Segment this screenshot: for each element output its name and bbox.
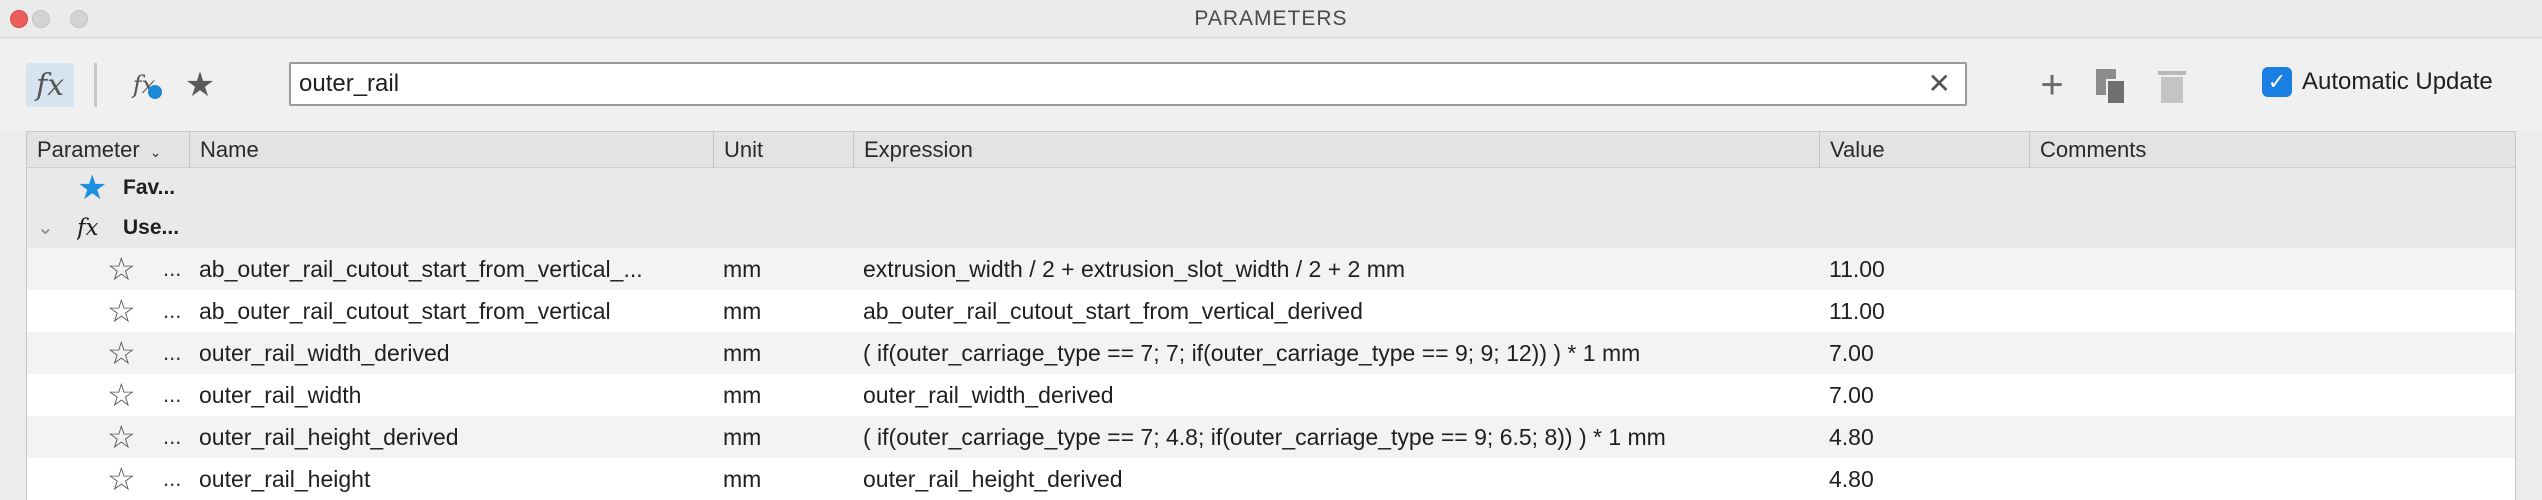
parameter-name[interactable]: outer_rail_height_derived	[199, 416, 709, 458]
parameter-value: 4.80	[1829, 466, 1874, 492]
plus-icon: +	[2040, 62, 2064, 107]
parameter-expression[interactable]: ( if(outer_carriage_type == 7; 7; if(out…	[863, 332, 1813, 374]
parameter-value: 7.00	[1829, 382, 1874, 408]
parameter-expression[interactable]: outer_rail_width_derived	[863, 374, 1813, 416]
parameter-expression[interactable]: ab_outer_rail_cutout_start_from_vertical…	[863, 290, 1813, 332]
group-row-user[interactable]: ⌄ fx Use...	[27, 208, 2515, 248]
toolbar-divider	[94, 63, 97, 107]
column-header-unit[interactable]: Unit	[713, 132, 853, 168]
row-menu[interactable]: ...	[163, 416, 181, 458]
column-header-value[interactable]: Value	[1819, 132, 2029, 168]
parameter-unit[interactable]: mm	[723, 374, 761, 416]
automatic-update-checkbox[interactable]: ✓	[2262, 67, 2292, 97]
table-row[interactable]: ☆ ... outer_rail_height_derived mm ( if(…	[27, 416, 2515, 458]
parameter-name[interactable]: outer_rail_width	[199, 374, 709, 416]
favorite-toggle-star-icon[interactable]: ☆	[107, 332, 136, 374]
chevron-down-icon[interactable]: ⌄	[37, 208, 54, 248]
table-row[interactable]: ☆ ... ab_outer_rail_cutout_start_from_ve…	[27, 290, 2515, 332]
table-header: Parameter ⌄ Name Unit Expression Value Co…	[27, 132, 2515, 168]
column-header-name[interactable]: Name	[189, 132, 713, 168]
parameter-name[interactable]: outer_rail_height	[199, 458, 709, 500]
row-menu[interactable]: ...	[163, 290, 181, 332]
chevron-down-icon: ⌄	[149, 144, 162, 160]
search-box: ✕	[289, 62, 1967, 106]
parameter-unit[interactable]: mm	[723, 458, 761, 500]
favorite-toggle-star-icon[interactable]: ☆	[107, 248, 136, 290]
toolbar: fx fx ★ ✕ + ✓ Automatic Update	[0, 39, 2542, 131]
group-label-favorites: Fav...	[123, 176, 176, 199]
parameter-unit[interactable]: mm	[723, 416, 761, 458]
user-badge-icon	[148, 85, 162, 99]
parameter-value: 11.00	[1829, 298, 1885, 324]
star-icon: ★	[184, 66, 216, 104]
parameter-value: 11.00	[1829, 256, 1885, 282]
table-row[interactable]: ☆ ... outer_rail_height mm outer_rail_he…	[27, 458, 2515, 500]
fx-icon: fx	[35, 67, 65, 103]
favorite-toggle-star-icon[interactable]: ☆	[107, 374, 136, 416]
column-header-comments[interactable]: Comments	[2029, 132, 2515, 168]
table-row[interactable]: ☆ ... ab_outer_rail_cutout_start_from_ve…	[27, 248, 2515, 290]
parameter-unit[interactable]: mm	[723, 248, 761, 290]
parameter-expression[interactable]: ( if(outer_carriage_type == 7; 4.8; if(o…	[863, 416, 1813, 458]
add-parameter-button[interactable]: +	[2030, 63, 2074, 107]
delete-parameter-button[interactable]	[2150, 65, 2194, 109]
show-all-parameters-button[interactable]: fx	[26, 63, 74, 107]
search-input[interactable]	[299, 68, 1899, 100]
table-row[interactable]: ☆ ... outer_rail_width mm outer_rail_wid…	[27, 374, 2515, 416]
table-row[interactable]: ☆ ... outer_rail_width_derived mm ( if(o…	[27, 332, 2515, 374]
trash-icon	[2158, 71, 2186, 75]
automatic-update-toggle[interactable]: ✓ Automatic Update	[2262, 67, 2493, 97]
window-title: PARAMETERS	[1194, 7, 1348, 30]
fx-icon: fx	[77, 215, 99, 241]
column-header-expression[interactable]: Expression	[853, 132, 1819, 168]
title-bar: PARAMETERS	[0, 0, 2542, 38]
row-menu[interactable]: ...	[163, 332, 181, 374]
row-menu[interactable]: ...	[163, 248, 181, 290]
row-menu[interactable]: ...	[163, 458, 181, 500]
show-favorites-button[interactable]: ★	[176, 63, 224, 107]
parameter-expression[interactable]: extrusion_width / 2 + extrusion_slot_wid…	[863, 248, 1813, 290]
column-header-parameter[interactable]: Parameter ⌄	[27, 132, 189, 168]
parameter-expression[interactable]: outer_rail_height_derived	[863, 458, 1813, 500]
parameter-unit[interactable]: mm	[723, 290, 761, 332]
parameter-unit[interactable]: mm	[723, 332, 761, 374]
parameter-value: 4.80	[1829, 424, 1874, 450]
row-menu[interactable]: ...	[163, 374, 181, 416]
parameter-value: 7.00	[1829, 340, 1874, 366]
favorite-star-icon: ★	[77, 169, 108, 207]
close-icon[interactable]: ✕	[1928, 70, 1951, 98]
automatic-update-label: Automatic Update	[2302, 68, 2493, 95]
show-user-parameters-button[interactable]: fx	[120, 63, 168, 107]
parameters-table: Parameter ⌄ Name Unit Expression Value Co…	[26, 131, 2516, 500]
parameter-name[interactable]: ab_outer_rail_cutout_start_from_vertical	[199, 290, 709, 332]
favorite-toggle-star-icon[interactable]: ☆	[107, 290, 136, 332]
group-label-user: Use...	[123, 216, 180, 239]
parameter-name[interactable]: ab_outer_rail_cutout_start_from_vertical…	[199, 248, 709, 290]
group-row-favorites[interactable]: ★ Fav...	[27, 168, 2515, 208]
favorite-toggle-star-icon[interactable]: ☆	[107, 416, 136, 458]
copy-parameter-button[interactable]	[2090, 65, 2134, 109]
favorite-toggle-star-icon[interactable]: ☆	[107, 458, 136, 500]
parameter-name[interactable]: outer_rail_width_derived	[199, 332, 709, 374]
